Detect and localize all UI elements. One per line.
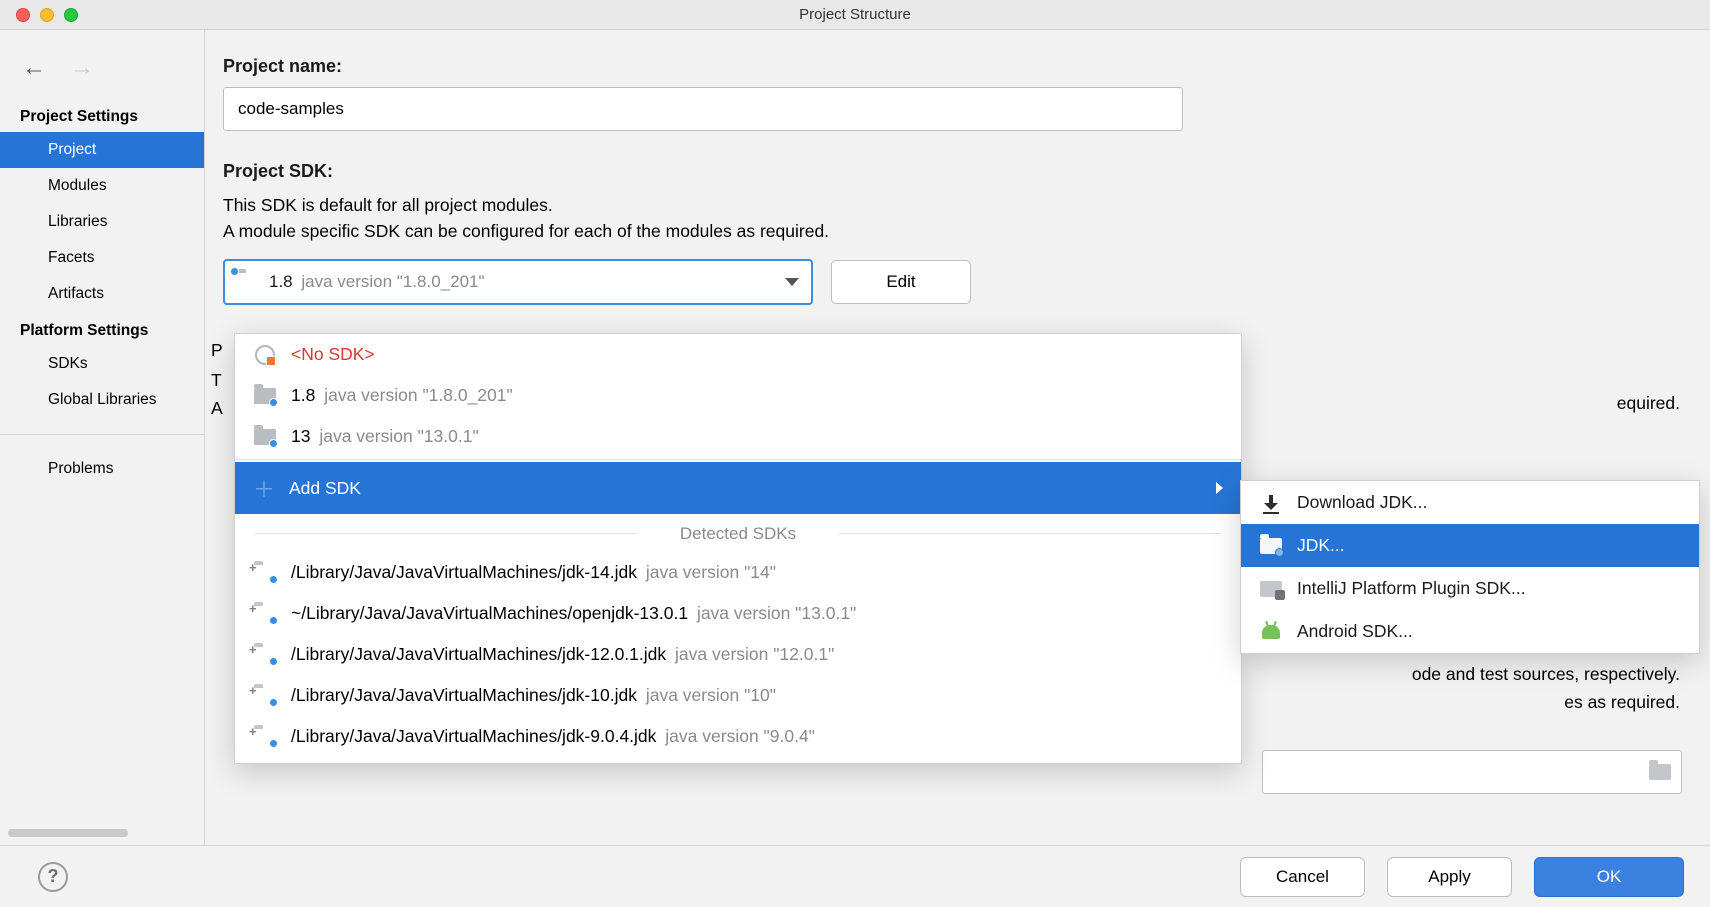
chevron-down-icon bbox=[785, 278, 799, 286]
sdk-description-line1: This SDK is default for all project modu… bbox=[223, 192, 1680, 218]
submenu-item-android-sdk[interactable]: Android SDK... bbox=[1241, 610, 1699, 653]
dropdown-detected-item[interactable]: + /Library/Java/JavaVirtualMachines/jdk-… bbox=[235, 634, 1241, 675]
folder-icon bbox=[253, 388, 277, 404]
obscured-text: equired. bbox=[1617, 393, 1680, 414]
dropdown-detected-item[interactable]: + /Library/Java/JavaVirtualMachines/jdk-… bbox=[235, 675, 1241, 716]
nav-back-button[interactable]: ← bbox=[22, 56, 46, 80]
add-sdk-submenu: Download JDK... JDK... IntelliJ Platform… bbox=[1240, 480, 1700, 654]
window-zoom-button[interactable] bbox=[64, 8, 78, 22]
dropdown-detected-item[interactable]: + /Library/Java/JavaVirtualMachines/jdk-… bbox=[235, 716, 1241, 757]
submenu-item-jdk[interactable]: JDK... bbox=[1241, 524, 1699, 567]
path-input[interactable] bbox=[1262, 750, 1682, 794]
traffic-lights bbox=[16, 8, 78, 22]
window-close-button[interactable] bbox=[16, 8, 30, 22]
project-name-input[interactable] bbox=[223, 87, 1183, 131]
sidebar-item-global-libraries[interactable]: Global Libraries bbox=[0, 382, 204, 418]
dropdown-detected-item[interactable]: + /Library/Java/JavaVirtualMachines/jdk-… bbox=[235, 552, 1241, 593]
dropdown-item-add-sdk[interactable]: ＋ Add SDK bbox=[235, 462, 1241, 514]
sidebar-item-libraries[interactable]: Libraries bbox=[0, 204, 204, 240]
obscured-text: es as required. bbox=[1564, 692, 1680, 713]
apply-button[interactable]: Apply bbox=[1387, 857, 1512, 897]
help-button[interactable]: ? bbox=[38, 862, 68, 892]
dropdown-separator bbox=[235, 459, 1241, 460]
dropdown-item-no-sdk[interactable]: <No SDK> bbox=[235, 334, 1241, 375]
sidebar-section-project-settings: Project Settings bbox=[0, 98, 204, 132]
obscured-text: P bbox=[211, 340, 223, 361]
project-sdk-combobox[interactable]: 1.8 java version "1.8.0_201" bbox=[223, 259, 813, 305]
add-folder-icon: + bbox=[253, 647, 277, 663]
sidebar-divider bbox=[0, 434, 204, 435]
plus-icon: ＋ bbox=[253, 472, 275, 504]
add-folder-icon: + bbox=[253, 606, 277, 622]
add-folder-icon: + bbox=[253, 688, 277, 704]
android-icon bbox=[1259, 625, 1283, 639]
sidebar-item-facets[interactable]: Facets bbox=[0, 240, 204, 276]
obscured-text: A bbox=[211, 398, 223, 419]
sdk-selected-name: 1.8 bbox=[269, 272, 293, 291]
sdk-dropdown-popup: <No SDK> 1.8 java version "1.8.0_201" 13… bbox=[234, 333, 1242, 764]
titlebar: Project Structure bbox=[0, 0, 1710, 30]
submenu-item-intellij-platform-sdk[interactable]: IntelliJ Platform Plugin SDK... bbox=[1241, 567, 1699, 610]
sidebar-item-modules[interactable]: Modules bbox=[0, 168, 204, 204]
dialog-footer: ? Cancel Apply OK bbox=[0, 845, 1710, 907]
folder-icon bbox=[253, 429, 277, 445]
project-sdk-label: Project SDK: bbox=[223, 161, 1680, 182]
sidebar-section-platform-settings: Platform Settings bbox=[0, 312, 204, 346]
no-sdk-icon bbox=[253, 345, 277, 365]
sidebar-item-problems[interactable]: Problems bbox=[0, 451, 204, 487]
add-folder-icon: + bbox=[253, 729, 277, 745]
project-name-label: Project name: bbox=[223, 56, 1680, 77]
cancel-button[interactable]: Cancel bbox=[1240, 857, 1365, 897]
browse-folder-icon[interactable] bbox=[1649, 764, 1671, 780]
sidebar-item-sdks[interactable]: SDKs bbox=[0, 346, 204, 382]
nav-forward-button[interactable]: → bbox=[70, 56, 94, 80]
sdk-description-line2: A module specific SDK can be configured … bbox=[223, 218, 1680, 244]
dropdown-item-sdk-1-8[interactable]: 1.8 java version "1.8.0_201" bbox=[235, 375, 1241, 416]
folder-icon bbox=[237, 273, 259, 291]
folder-icon bbox=[1259, 538, 1283, 554]
chevron-right-icon bbox=[1216, 482, 1223, 494]
ok-button[interactable]: OK bbox=[1534, 857, 1684, 897]
sidebar-item-artifacts[interactable]: Artifacts bbox=[0, 276, 204, 312]
sdk-selected-detail: java version "1.8.0_201" bbox=[301, 272, 484, 291]
sidebar-horizontal-scrollbar[interactable] bbox=[8, 829, 128, 837]
dropdown-detected-header: Detected SDKs bbox=[235, 514, 1241, 552]
dropdown-detected-item[interactable]: + ~/Library/Java/JavaVirtualMachines/ope… bbox=[235, 593, 1241, 634]
download-icon bbox=[1259, 495, 1283, 511]
window-minimize-button[interactable] bbox=[40, 8, 54, 22]
add-folder-icon: + bbox=[253, 565, 277, 581]
plugin-sdk-icon bbox=[1259, 581, 1283, 597]
window-title: Project Structure bbox=[0, 6, 1710, 23]
obscured-text: T bbox=[211, 370, 222, 391]
obscured-text: ode and test sources, respectively. bbox=[1412, 664, 1680, 685]
submenu-item-download-jdk[interactable]: Download JDK... bbox=[1241, 481, 1699, 524]
sidebar-item-project[interactable]: Project bbox=[0, 132, 204, 168]
sidebar: ← → Project Settings Project Modules Lib… bbox=[0, 30, 205, 845]
dropdown-item-sdk-13[interactable]: 13 java version "13.0.1" bbox=[235, 416, 1241, 457]
edit-sdk-button[interactable]: Edit bbox=[831, 260, 971, 304]
